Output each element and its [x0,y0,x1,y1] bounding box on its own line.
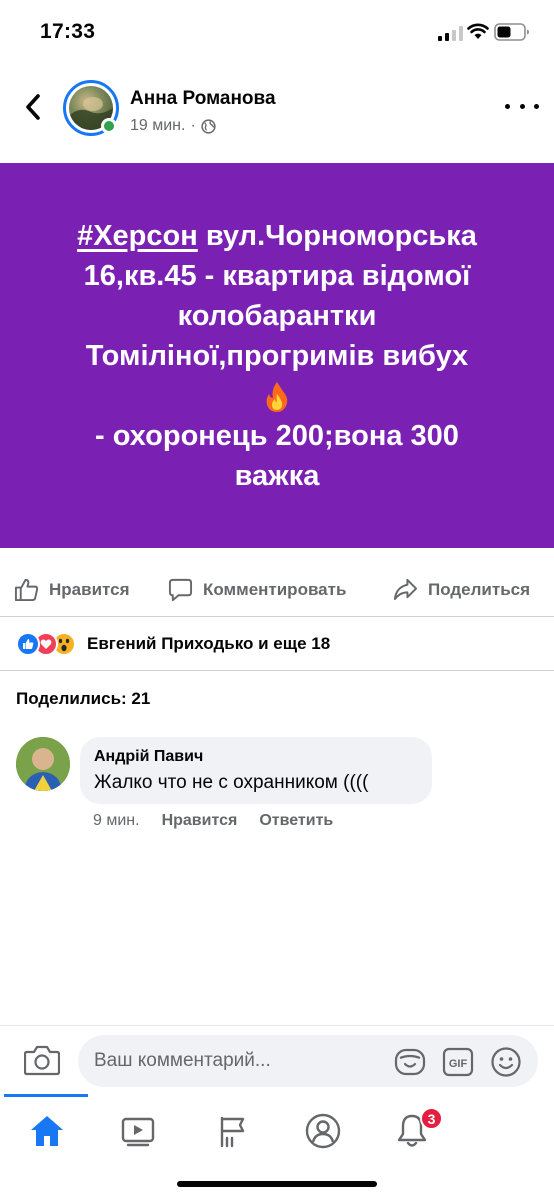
post-text-line: Томіліної,прогримів вибух [85,339,469,372]
post-text-line: - охоронець 200;вона 300 [95,419,459,452]
reactors-summary-text: Евгений Приходько и еще 18 [87,634,331,653]
comment-bubble: Андрій Павич Жалко что не с охранником (… [80,737,432,804]
comment-time: 9 мин. [93,812,140,829]
post-author-name[interactable]: Анна Романова [130,88,276,110]
more-options-button[interactable] [505,96,539,116]
post-text-line: 16,кв.45 - квартира відомої [83,259,471,292]
comment-button[interactable]: Комментировать [168,577,346,602]
home-indicator[interactable] [177,1181,377,1187]
post-text-line: #Херсон вул.Чорноморська [77,216,477,256]
post-body: #Херсон вул.Чорноморська 16,кв.45 - квар… [0,163,554,548]
watch-icon [121,1117,155,1147]
hashtag-link[interactable]: #Херсон [77,220,198,252]
tab-pages[interactable] [212,1111,252,1151]
status-bar: 17:33 [0,0,554,66]
gif-icon[interactable]: GIF [442,1046,474,1078]
cellular-signal-icon [438,26,463,41]
meta-separator: · [190,117,196,134]
post-text-line: важка [234,459,320,492]
like-button[interactable]: Нравится [14,577,130,602]
status-time: 17:33 [40,20,96,43]
bottom-tab-bar [0,1097,554,1167]
comment-like-link[interactable]: Нравится [162,812,238,830]
comment-text: Жалко что не с охранником (((( [94,772,369,793]
post-meta: 19 мин. · [130,117,216,135]
home-icon [31,1116,63,1146]
post-text-fragment: вул.Чорноморська [197,219,477,252]
commenter-avatar[interactable] [16,737,70,791]
battery-icon [494,23,529,41]
reactions-summary[interactable]: Евгений Приходько и еще 18 [0,617,554,671]
tab-home[interactable] [27,1111,67,1151]
emoji-icon[interactable] [490,1046,522,1078]
profile-icon [305,1113,341,1149]
share-label: Поделиться [428,579,531,599]
like-reaction-icon [16,632,40,656]
share-arrow-icon [393,578,418,601]
thumbs-up-icon [14,578,39,602]
comment-reply-link[interactable]: Ответить [259,812,333,830]
more-dot-icon [505,103,510,109]
post-text-line: колобарантки [177,299,377,332]
tab-profile[interactable] [303,1111,343,1151]
comment-composer: GIF [0,1025,554,1095]
more-dot-icon [534,103,539,109]
wifi-icon [467,23,489,39]
back-button[interactable] [18,92,48,122]
fire-emoji-icon [266,381,288,412]
post-text: #Херсон вул.Чорноморська 16,кв.45 - квар… [77,216,477,496]
comment-author[interactable]: Андрій Павич [94,748,418,766]
back-arrow-icon [26,94,40,120]
more-dot-icon [519,103,525,109]
post-time[interactable]: 19 мин. [130,117,185,135]
comment-label: Комментировать [203,579,347,599]
avatar-sticker-icon[interactable] [394,1046,426,1078]
comment-bubble-icon [168,578,193,602]
camera-icon[interactable] [24,1044,60,1076]
reaction-icons [16,632,76,656]
online-status-dot [101,118,117,134]
globe-icon [201,118,216,134]
shares-count[interactable]: Поделились: 21 [16,689,150,709]
post-text-line [77,376,477,416]
flag-icon [220,1116,245,1148]
post-action-bar: Нравится Комментировать Поделиться [0,565,554,617]
notifications-badge: 3 [420,1107,443,1130]
comment-meta: 9 мин. Нравится Ответить [93,812,333,830]
share-button[interactable]: Поделиться [393,577,530,602]
tab-watch[interactable] [118,1111,158,1151]
post-header: Анна Романова 19 мин. · [0,66,554,162]
svg-text:GIF: GIF [449,1058,468,1070]
like-label: Нравится [49,579,130,599]
